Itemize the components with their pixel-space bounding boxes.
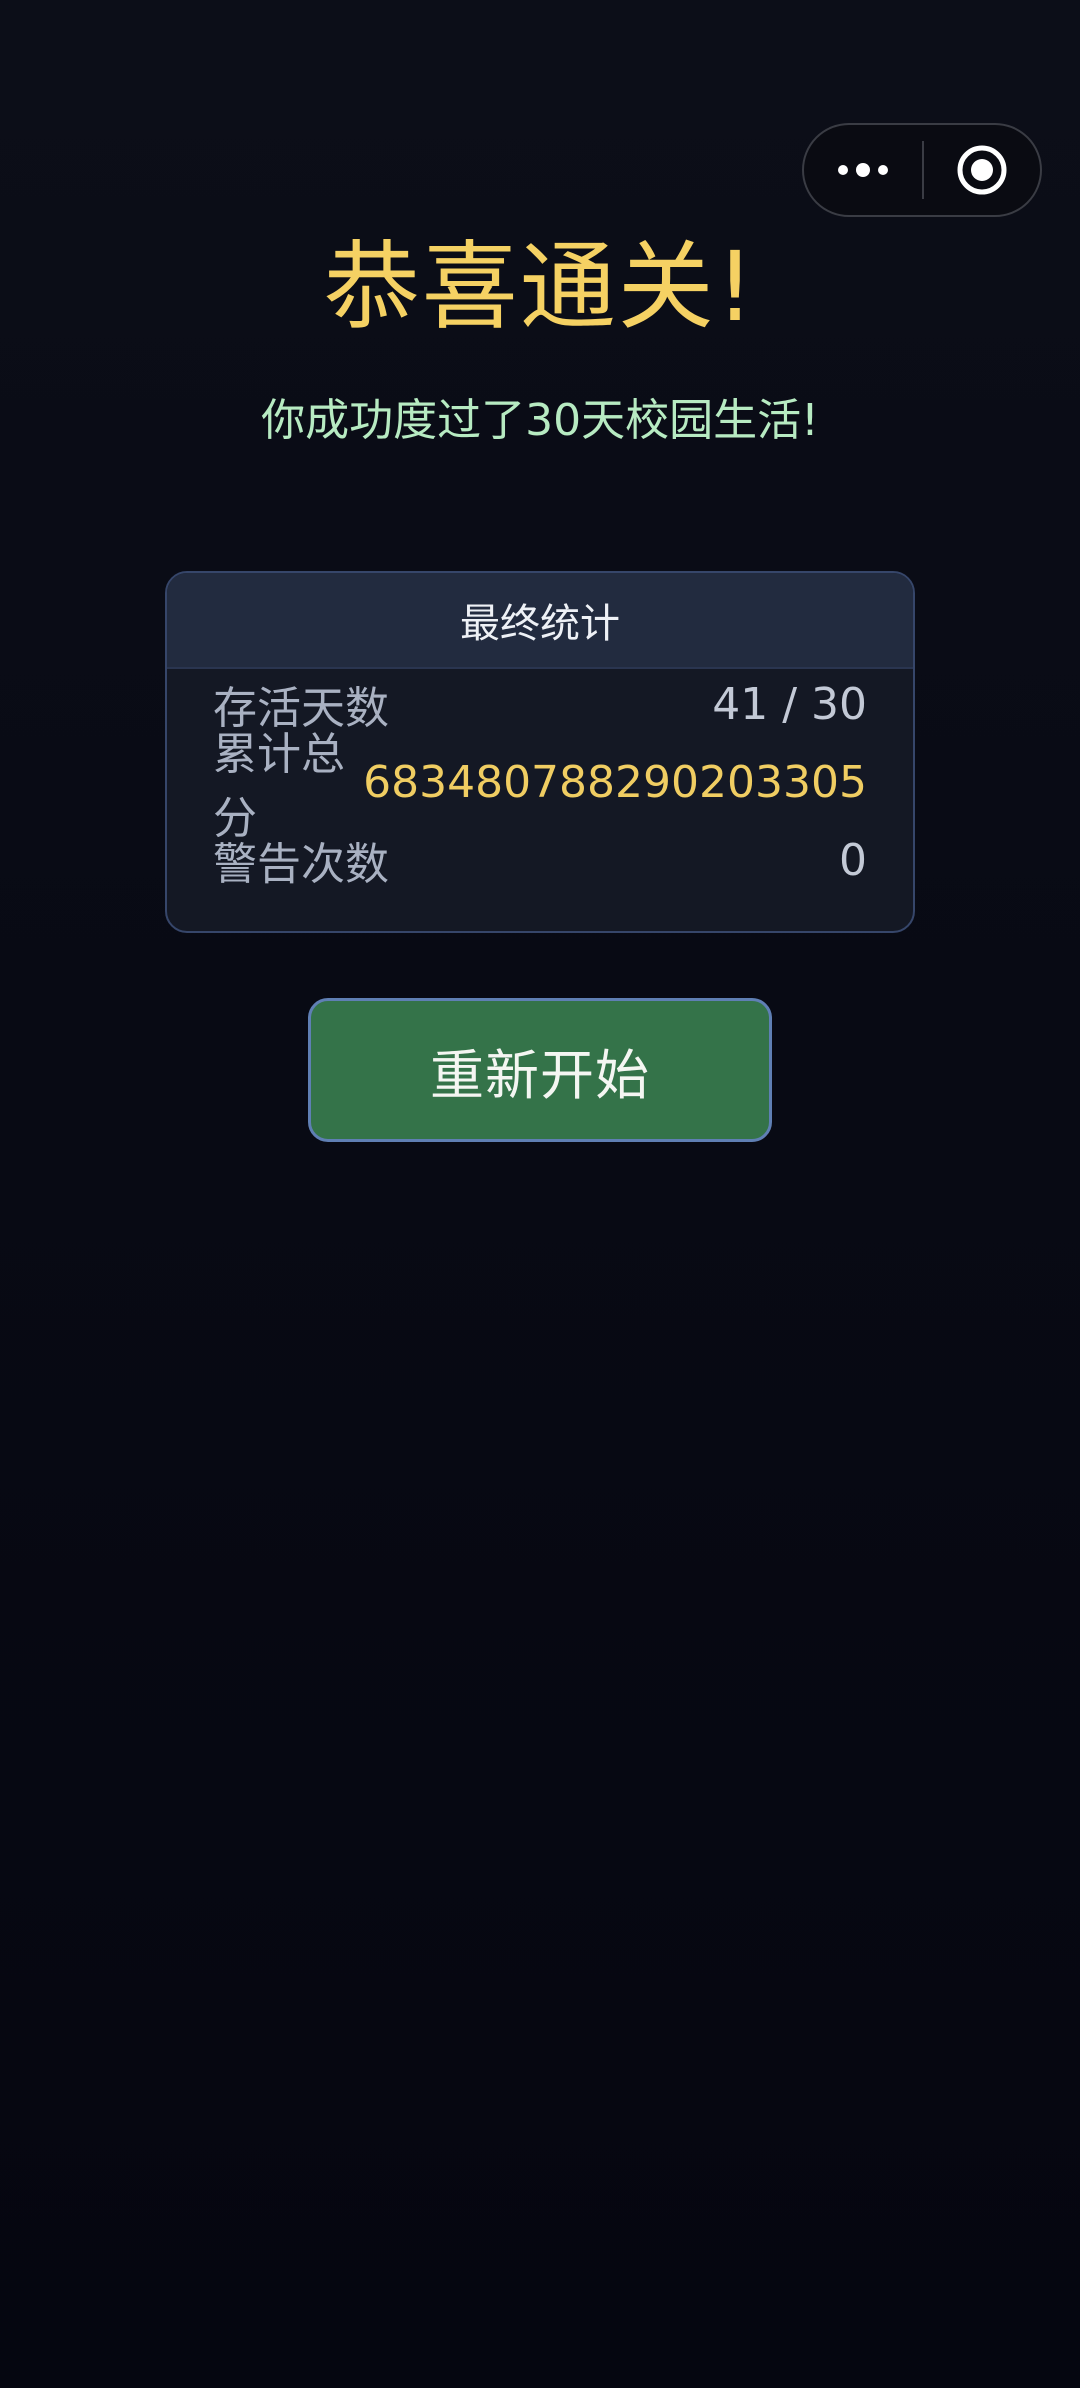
- mini-program-capsule: [802, 123, 1042, 217]
- stat-label: 警告次数: [213, 839, 389, 890]
- more-button[interactable]: [804, 125, 922, 215]
- target-circle-icon: [957, 145, 1007, 195]
- stat-label: 累计总分: [213, 729, 345, 844]
- restart-button-label: 重新开始: [430, 1043, 650, 1107]
- close-button[interactable]: [924, 125, 1040, 215]
- stat-row-warnings: 警告次数 0: [213, 821, 867, 899]
- stats-heading: 最终统计: [167, 573, 913, 669]
- stat-value: 41 / 30: [712, 678, 867, 730]
- stat-value: 683480788290203305: [363, 756, 867, 808]
- stat-value: 0: [839, 834, 867, 886]
- page-title: 恭喜通关!: [323, 231, 757, 343]
- more-dots-icon: [838, 163, 888, 177]
- stats-list: 存活天数 41 / 30 累计总分 683480788290203305 警告次…: [213, 665, 867, 899]
- final-stats-card: 最终统计 存活天数 41 / 30 累计总分 68348078829020330…: [165, 571, 915, 933]
- page-subtitle: 你成功度过了30天校园生活!: [261, 395, 819, 446]
- stat-row-total-score: 累计总分 683480788290203305: [213, 729, 867, 844]
- restart-button[interactable]: 重新开始: [308, 998, 772, 1142]
